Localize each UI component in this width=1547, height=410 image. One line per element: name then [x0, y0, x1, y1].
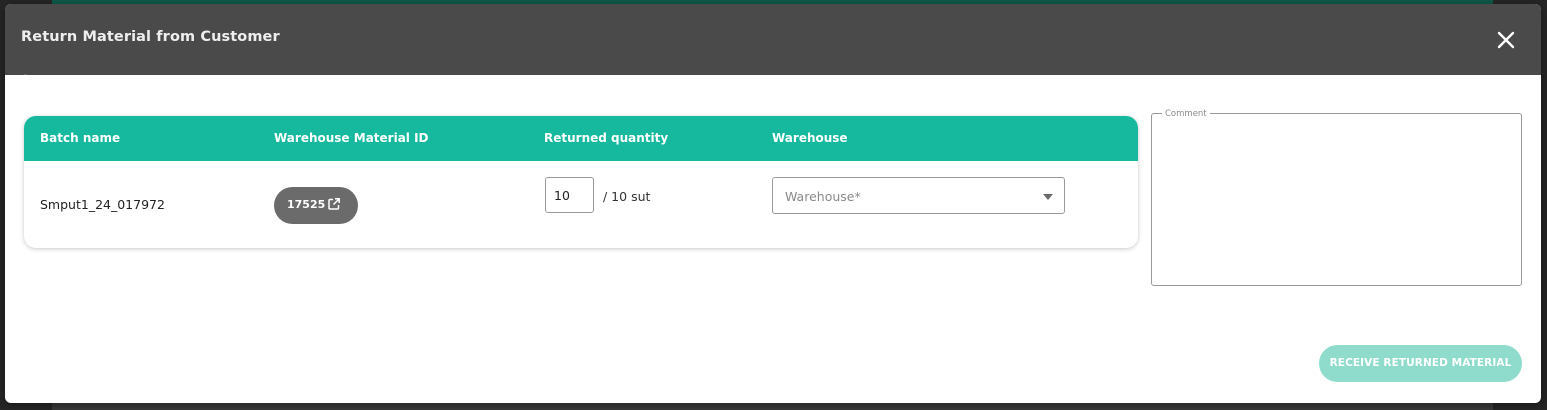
returned-quantity-total: / 10 sut — [603, 189, 651, 204]
column-header-returned-quantity: Returned quantity — [544, 131, 669, 145]
dialog-title: Return Material from Customer — [21, 29, 280, 45]
column-header-warehouse: Warehouse — [772, 131, 848, 145]
caret-down-icon — [1043, 194, 1053, 200]
returned-quantity-input[interactable] — [545, 177, 594, 213]
column-header-batch-name: Batch name — [40, 131, 121, 145]
external-link-icon — [328, 198, 340, 210]
top-mark: ¨ — [23, 74, 28, 84]
close-button[interactable] — [1493, 27, 1519, 53]
warehouse-select-placeholder: Warehouse* — [785, 189, 861, 204]
return-material-table: Batch name Warehouse Material ID Returne… — [24, 116, 1138, 248]
close-icon — [1497, 31, 1515, 49]
column-header-warehouse-material-id: Warehouse Material ID — [274, 131, 429, 145]
comment-textarea[interactable] — [1151, 113, 1522, 286]
dialog-header: Return Material from Customer — [5, 4, 1541, 75]
warehouse-material-id-label: 17525 — [287, 198, 326, 211]
receive-returned-material-button[interactable]: RECEIVE RETURNED MATERIAL — [1319, 345, 1522, 382]
batch-name-cell: Smput1_24_017972 — [40, 197, 165, 212]
warehouse-material-id-link[interactable]: 17525 — [274, 187, 358, 224]
return-material-dialog: Return Material from Customer ¨ Batch na… — [5, 4, 1541, 403]
table-header: Batch name Warehouse Material ID Returne… — [24, 116, 1138, 161]
warehouse-select[interactable]: Warehouse* — [772, 177, 1065, 214]
comment-label: Comment — [1162, 109, 1210, 119]
